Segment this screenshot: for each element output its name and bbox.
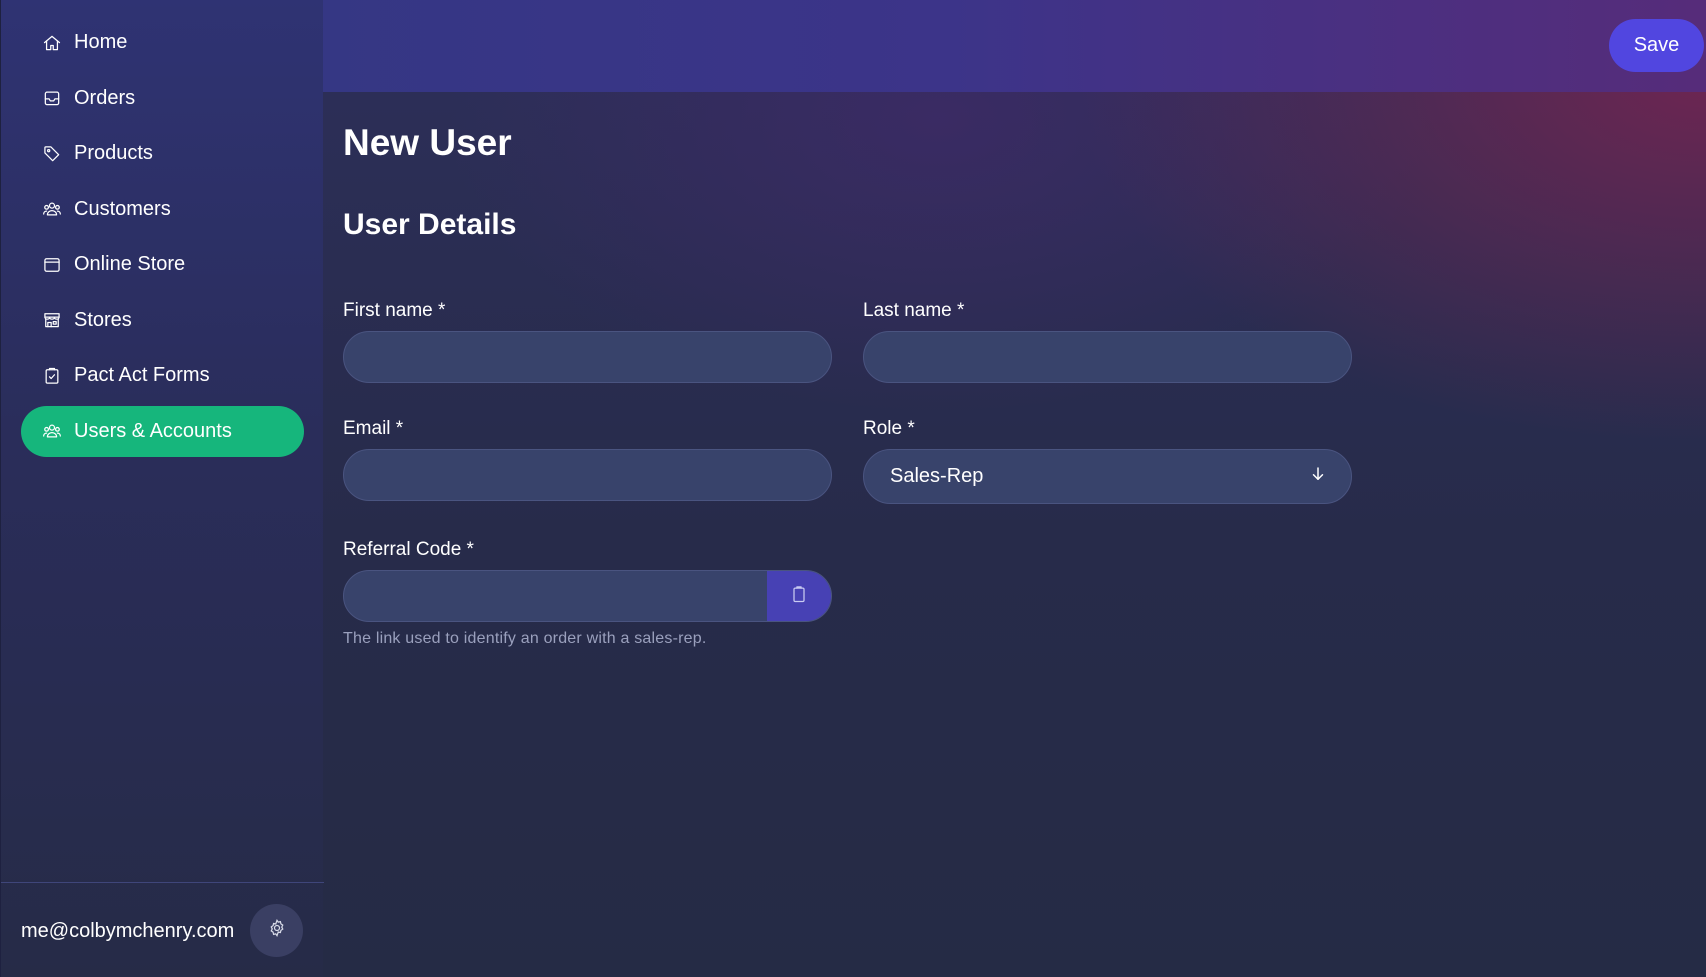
settings-button[interactable] [250, 904, 303, 957]
save-button[interactable]: Save [1609, 19, 1704, 72]
sidebar-item-users-accounts[interactable]: Users & Accounts [21, 405, 304, 457]
last-name-field: Last name * [863, 300, 1352, 383]
role-field: Role * Sales-Rep [863, 418, 1352, 504]
sidebar-item-label: Pact Act Forms [74, 364, 210, 386]
first-name-label: First name * [343, 300, 446, 321]
user-group-icon [42, 421, 62, 441]
referral-code-input[interactable] [344, 571, 767, 621]
email-input[interactable] [343, 449, 832, 501]
sidebar-item-online-store[interactable]: Online Store [21, 239, 304, 290]
sidebar-item-stores[interactable]: Stores [21, 295, 304, 346]
role-label: Role * [863, 418, 915, 439]
arrow-down-icon [1309, 465, 1327, 488]
section-title: User Details [343, 208, 517, 241]
last-name-label: Last name * [863, 300, 965, 321]
tag-icon [42, 144, 62, 164]
gear-icon [267, 918, 287, 943]
sidebar-item-products[interactable]: Products [21, 128, 304, 179]
sidebar-item-label: Customers [74, 197, 171, 220]
referral-code-label: Referral Code * [343, 539, 474, 560]
storefront-icon [42, 310, 62, 330]
inbox-icon [42, 88, 62, 108]
home-icon [42, 33, 62, 53]
clipboard-icon [789, 584, 809, 609]
user-email: me@colbymchenry.com [21, 920, 235, 942]
last-name-input[interactable] [863, 331, 1352, 383]
referral-code-group [343, 570, 832, 622]
top-bar: Save [323, 0, 1706, 92]
sidebar-item-orders[interactable]: Orders [21, 73, 304, 124]
sidebar-item-label: Home [74, 31, 128, 53]
page-title: New User [343, 122, 512, 163]
sidebar-item-customers[interactable]: Customers [21, 184, 304, 235]
email-field: Email * [343, 418, 832, 501]
first-name-field: First name * [343, 300, 832, 383]
sidebar-item-pact-act-forms[interactable]: Pact Act Forms [21, 350, 304, 401]
sidebar: Home Orders Products Customers Online St… [0, 0, 324, 977]
sidebar-footer: me@colbymchenry.com [1, 882, 324, 977]
sidebar-nav: Home Orders Products Customers Online St… [21, 17, 304, 461]
first-name-input[interactable] [343, 331, 832, 383]
user-group-icon [42, 199, 62, 219]
sidebar-item-label: Online Store [74, 253, 186, 275]
sidebar-item-label: Users & Accounts [74, 419, 232, 442]
role-select-value: Sales-Rep [890, 465, 984, 487]
referral-code-field: Referral Code * The link used to identif… [343, 539, 832, 648]
browser-window-icon [42, 255, 62, 275]
sidebar-item-label: Orders [74, 86, 136, 109]
referral-code-help: The link used to identify an order with … [343, 630, 707, 647]
email-label: Email * [343, 418, 404, 439]
sidebar-item-label: Products [74, 142, 153, 164]
role-select[interactable]: Sales-Rep [863, 449, 1352, 504]
clipboard-check-icon [42, 366, 62, 386]
sidebar-item-label: Stores [74, 308, 132, 331]
sidebar-item-home[interactable]: Home [21, 17, 304, 68]
copy-referral-button[interactable] [767, 571, 831, 621]
